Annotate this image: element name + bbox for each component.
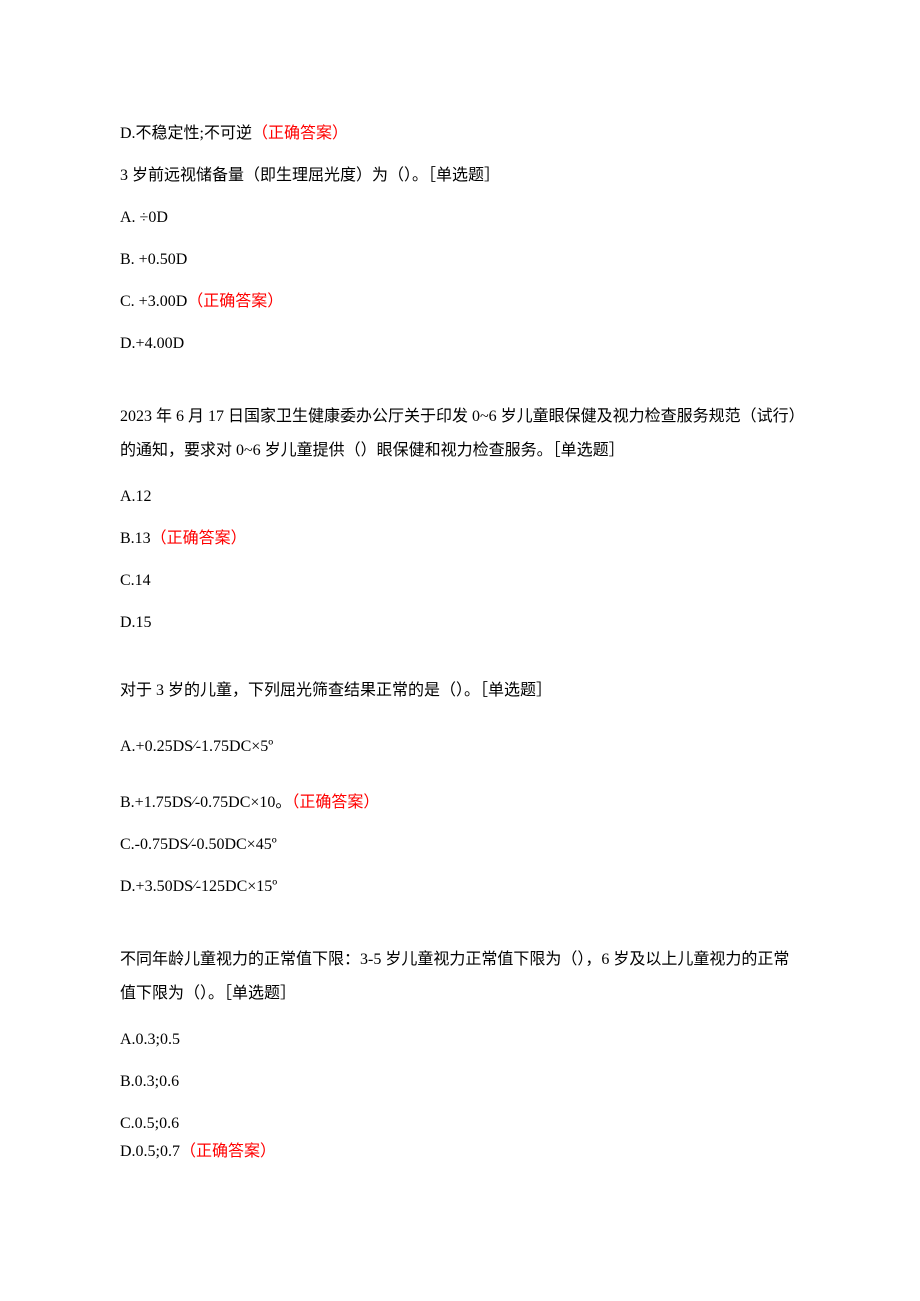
q4-options-cd: C.0.5;0.6 D.0.5;0.7（正确答案）: [120, 1112, 800, 1164]
q1-option-b: B. +0.50D: [120, 248, 800, 272]
q0-option-d-text: D.不稳定性;不可逆: [120, 125, 252, 142]
q1-stem: 3 岁前远视储备量（即生理屈光度）为（）。［单选题］: [120, 164, 800, 188]
q3-option-c: C.-0.75DS⁄-0.50DC×45º: [120, 833, 800, 857]
q1-option-c-answer: （正确答案）: [187, 293, 283, 310]
q4-option-b: B.0.3;0.6: [120, 1070, 800, 1094]
q2-option-c: C.14: [120, 569, 800, 593]
q1-option-c: C. +3.00D（正确答案）: [120, 290, 800, 314]
q4-option-a: A.0.3;0.5: [120, 1028, 800, 1052]
q3-option-b: B.+1.75DS⁄-0.75DC×10。（正确答案）: [120, 791, 800, 815]
q3-option-d: D.+3.50DS⁄-125DC×15º: [120, 875, 800, 899]
q2-stem: 2023 年 6 月 17 日国家卫生健康委办公厅关于印发 0~6 岁儿童眼保健…: [120, 400, 800, 467]
q2-option-b-answer: （正确答案）: [151, 530, 247, 547]
q1-option-d: D.+4.00D: [120, 332, 800, 356]
q2-option-d: D.15: [120, 611, 800, 635]
spacer: [120, 917, 800, 943]
q2-option-b: B.13（正确答案）: [120, 527, 800, 551]
q4-option-c: C.0.5;0.6: [120, 1112, 800, 1136]
q3-option-b-text: B.+1.75DS⁄-0.75DC×10。: [120, 794, 291, 811]
spacer: [120, 777, 800, 791]
q3-stem: 对于 3 岁的儿童，下列屈光筛查结果正常的是（）。［单选题］: [120, 679, 800, 703]
spacer: [120, 653, 800, 679]
q4-option-d-text: D.0.5;0.7: [120, 1143, 180, 1160]
q4-stem: 不同年龄儿童视力的正常值下限：3-5 岁儿童视力正常值下限为（），6 岁及以上儿…: [120, 943, 800, 1010]
document-page: D.不稳定性;不可逆（正确答案） 3 岁前远视储备量（即生理屈光度）为（）。［单…: [0, 0, 920, 1282]
q3-option-b-answer: （正确答案）: [291, 794, 379, 811]
q1-option-c-text: C. +3.00D: [120, 293, 187, 310]
q2-option-b-text: B.13: [120, 530, 151, 547]
spacer: [120, 721, 800, 735]
q3-option-a: A.+0.25DS⁄-1.75DC×5º: [120, 735, 800, 759]
spacer: [120, 374, 800, 400]
q4-option-d: D.0.5;0.7（正确答案）: [120, 1140, 800, 1164]
q4-option-d-answer: （正确答案）: [180, 1143, 276, 1160]
q1-option-a: A. ÷0D: [120, 206, 800, 230]
q2-option-a: A.12: [120, 485, 800, 509]
q0-option-d: D.不稳定性;不可逆（正确答案）: [120, 122, 800, 146]
q0-option-d-answer: （正确答案）: [252, 125, 348, 142]
